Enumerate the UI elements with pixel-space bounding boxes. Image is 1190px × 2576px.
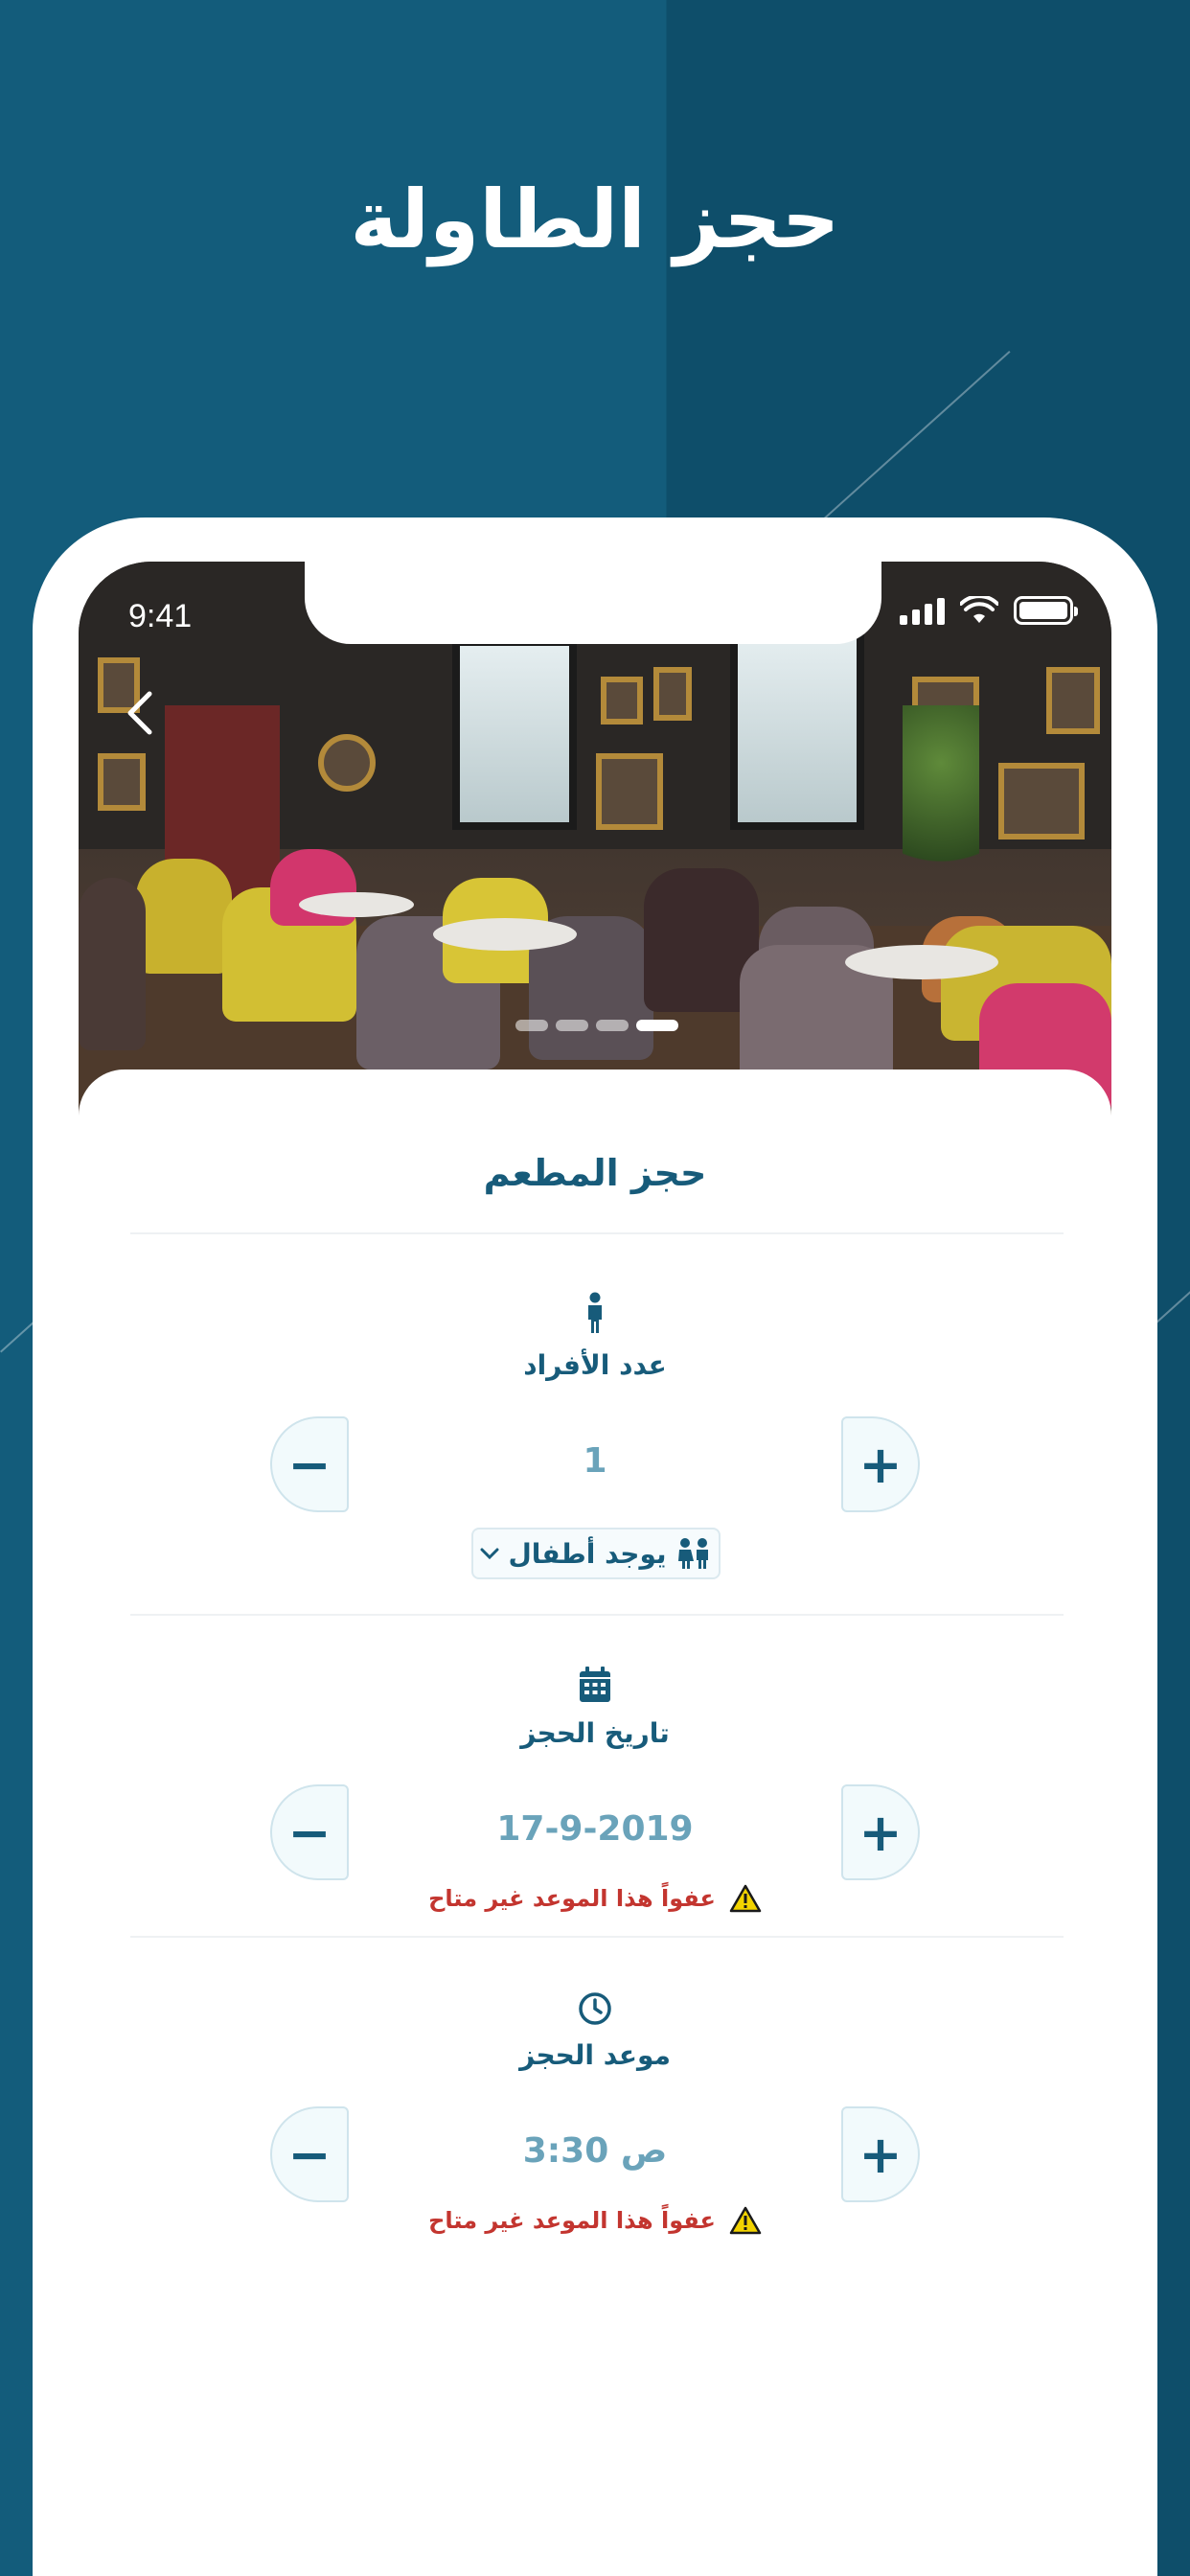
signal-icon [900,596,945,625]
photo-window [730,629,864,830]
time-minus-button[interactable]: − [270,2106,349,2202]
photo-chair [79,878,146,1050]
carousel-dot[interactable] [596,1020,629,1031]
kids-toggle-label: يوجد أطفال [508,1537,667,1570]
date-value: 17-9-2019 [496,1809,694,1849]
time-plus-button[interactable]: + [841,2106,920,2202]
photo-frame [998,763,1085,840]
clock-icon [579,1992,611,2025]
divider [130,1232,1064,1234]
time-warning: عفواً هذا الموعد غير متاح [79,2206,1111,2235]
battery-icon [1014,596,1078,625]
carousel-dot[interactable] [556,1020,588,1031]
photo-chair [136,859,232,974]
hero-title: حجز الطاولة [350,172,840,266]
guests-plus-button[interactable]: + [841,1416,920,1512]
guests-value: 1 [583,1441,607,1481]
photo-frame [1046,667,1100,734]
date-warning-text: عفواً هذا الموعد غير متاح [428,1885,716,1912]
person-icon [588,1292,602,1333]
back-chevron-icon[interactable] [121,688,159,738]
photo-table [845,945,998,979]
chevron-down-icon [480,1548,499,1560]
calendar-icon [580,1667,610,1702]
decor-line [824,351,1011,519]
photo-table [299,892,414,917]
carousel-dots [515,1020,678,1031]
divider [130,1614,1064,1616]
phone-notch [305,562,881,644]
wifi-icon [960,596,998,623]
kids-icon [677,1538,708,1569]
carousel-dot[interactable] [515,1020,548,1031]
photo-frame [601,677,643,724]
photo-plant [903,705,979,897]
carousel-dot-active[interactable] [636,1020,678,1031]
time-warning-text: عفواً هذا الموعد غير متاح [428,2207,716,2234]
photo-frame [653,667,692,721]
warning-icon [729,2206,762,2235]
photo-table [433,918,577,951]
photo-frame [318,734,376,792]
date-label: تاريخ الحجز [520,1717,670,1749]
time-label: موعد الحجز [519,2039,671,2071]
restaurant-photo[interactable]: 9:41 [79,562,1111,1117]
booking-card: حجز المطعم عدد الأفراد − 1 + يوجد أطفال [79,1070,1111,2576]
warning-icon [729,1884,762,1913]
date-warning: عفواً هذا الموعد غير متاح [79,1884,1111,1913]
status-time: 9:41 [128,598,193,634]
photo-window [452,638,577,830]
guests-label: عدد الأفراد [523,1349,667,1381]
guests-minus-button[interactable]: − [270,1416,349,1512]
photo-frame [98,753,146,811]
kids-toggle[interactable]: يوجد أطفال [471,1528,721,1579]
divider [130,1936,1064,1938]
time-value: 3:30 ص [522,2131,668,2171]
status-icons [900,596,1078,625]
date-minus-button[interactable]: − [270,1784,349,1880]
phone-screen: 9:41 حجز المطعم عدد الأفراد − 1 + يوجد أ… [79,562,1111,2576]
photo-frame [596,753,663,830]
card-title: حجز المطعم [483,1152,707,1194]
date-plus-button[interactable]: + [841,1784,920,1880]
